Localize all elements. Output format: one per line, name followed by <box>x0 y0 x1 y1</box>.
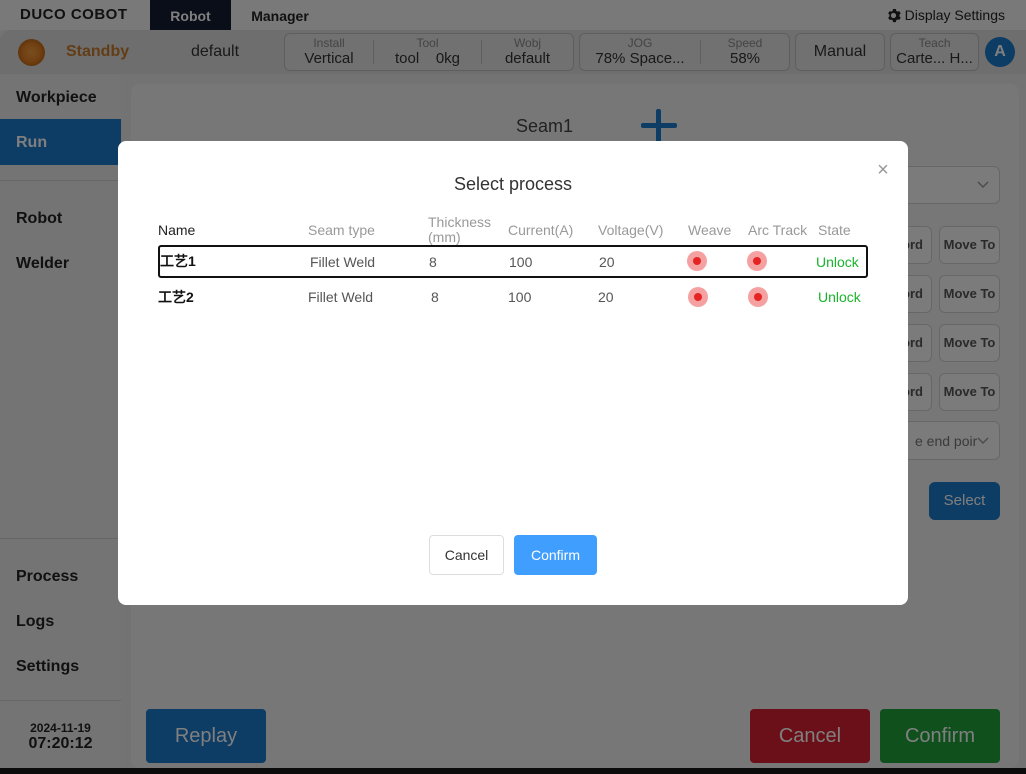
current-cell: 100 <box>509 254 533 270</box>
dialog-confirm-button[interactable]: Confirm <box>514 535 597 575</box>
column-header-current: Current(A) <box>508 222 574 238</box>
seam-type-cell: Fillet Weld <box>308 289 374 305</box>
dialog-title: Select process <box>453 174 573 194</box>
thickness-cell: 8 <box>431 289 439 305</box>
column-header-weave: Weave <box>688 222 732 238</box>
arc-track-status-icon <box>747 251 767 271</box>
column-header-voltage: Voltage(V) <box>598 222 664 238</box>
bottom-edge <box>0 768 1026 774</box>
weave-status-icon <box>687 251 707 271</box>
voltage-cell: 20 <box>599 254 615 270</box>
process-name: 工艺1 <box>160 253 196 269</box>
table-row[interactable]: 工艺1 Fillet Weld 8 100 20 Unlock <box>158 245 868 278</box>
column-header-arc-track: Arc Track <box>748 222 808 238</box>
state-cell: Unlock <box>818 289 861 305</box>
app-window: DUCO COBOT Robot Manager Display Setting… <box>0 0 1026 768</box>
state-cell: Unlock <box>816 254 859 270</box>
weave-status-icon <box>688 287 708 307</box>
thickness-cell: 8 <box>429 254 437 270</box>
current-cell: 100 <box>508 289 532 305</box>
close-icon[interactable]: × <box>874 160 892 180</box>
dialog-cancel-button[interactable]: Cancel <box>429 535 504 575</box>
column-header-thickness: Thickness (mm) <box>428 214 492 245</box>
table-row[interactable]: 工艺2 Fillet Weld 8 100 20 Unlock <box>158 280 868 313</box>
column-header-seam-type: Seam type <box>308 222 375 238</box>
process-name: 工艺2 <box>158 289 194 305</box>
select-process-dialog: Select process × Name Seam type Thicknes… <box>118 141 908 605</box>
voltage-cell: 20 <box>598 289 614 305</box>
column-header-name: Name <box>158 222 196 238</box>
arc-track-status-icon <box>748 287 768 307</box>
seam-type-cell: Fillet Weld <box>310 254 376 270</box>
column-header-state: State <box>818 222 851 238</box>
